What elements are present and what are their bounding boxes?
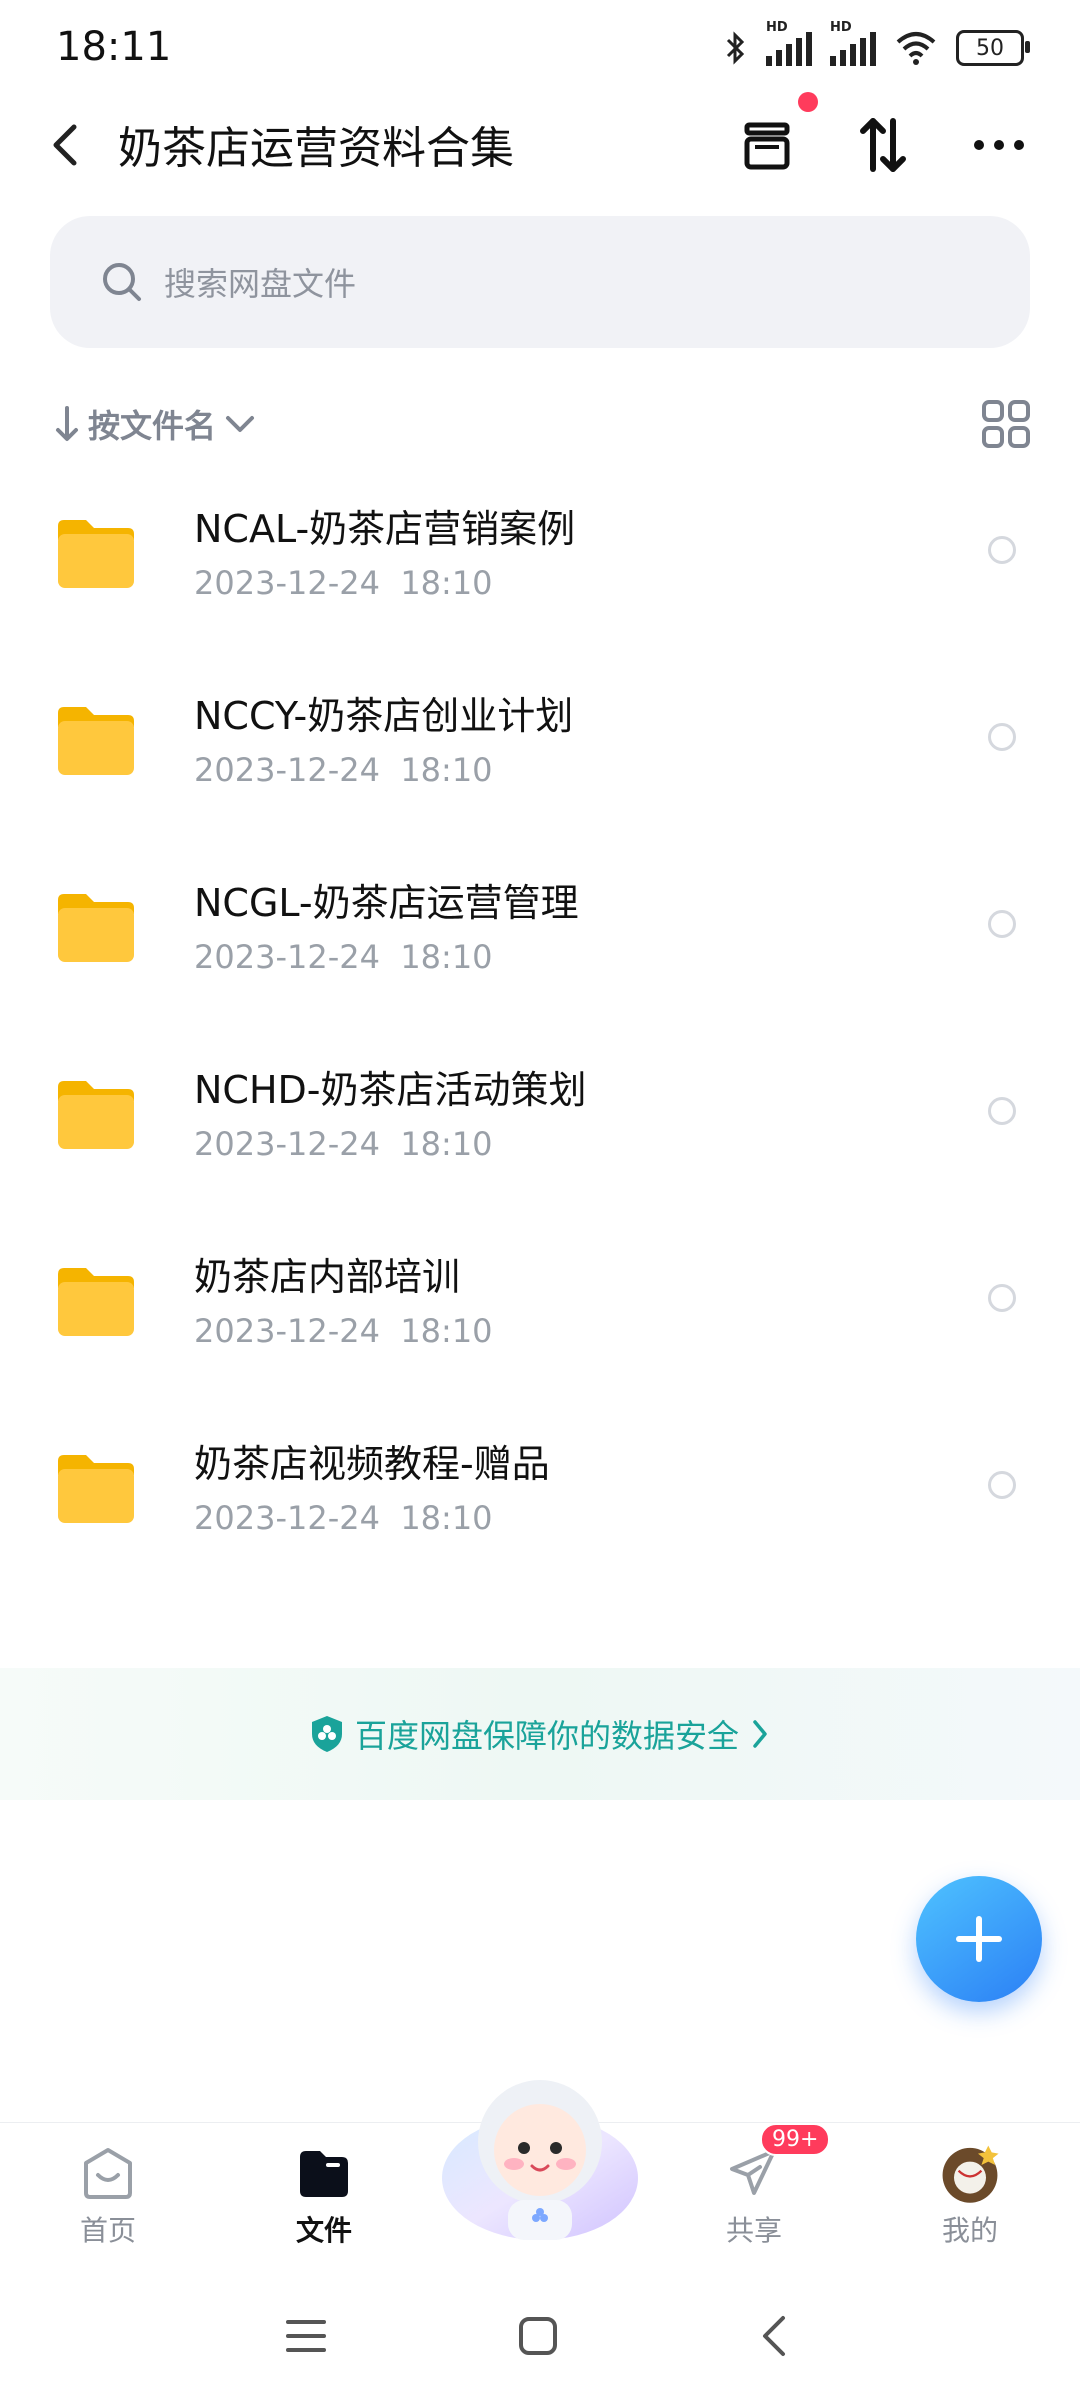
status-bar: 18:11 HD HD 50: [0, 0, 1080, 96]
file-modified: 2023-12-24 18:10: [194, 751, 493, 789]
page-title: 奶茶店运营资料合集: [118, 123, 514, 174]
file-time: 18:10: [400, 1125, 493, 1163]
nav-me-label: 我的: [941, 2214, 998, 2247]
system-nav-bar: [0, 2272, 1080, 2400]
folder-filled-icon: [300, 2151, 348, 2197]
file-list: NCAL-奶茶店营销案例 2023-12-24 18:10 NCCY-奶茶店创业…: [0, 470, 1080, 1592]
mascot-button[interactable]: [440, 2060, 640, 2250]
file-modified: 2023-12-24 18:10: [194, 1125, 493, 1163]
file-modified: 2023-12-24 18:10: [194, 938, 493, 976]
folder-icon: [58, 894, 134, 962]
file-name: NCHD-奶茶店活动策划: [194, 1068, 587, 1112]
security-banner-text: 百度网盘保障你的数据安全: [354, 1717, 739, 1755]
avatar: [942, 2145, 999, 2203]
nav-share-label: 共享: [725, 2214, 782, 2247]
file-date: 2023-12-24: [194, 564, 380, 602]
mascot-icon: [442, 2080, 638, 2240]
file-date: 2023-12-24: [194, 938, 380, 976]
battery-icon: 50: [956, 30, 1030, 66]
select-radio[interactable]: [988, 1471, 1016, 1499]
signal-icon: HD: [766, 20, 812, 66]
file-modified: 2023-12-24 18:10: [194, 564, 493, 602]
file-name: NCAL-奶茶店营销案例: [194, 507, 576, 551]
menu-icon: [286, 2320, 326, 2352]
file-modified: 2023-12-24 18:10: [194, 1312, 493, 1350]
list-item[interactable]: 奶茶店视频教程-赠品 2023-12-24 18:10: [0, 1405, 1080, 1592]
network-label: HD: [766, 20, 788, 35]
status-icons: HD HD 50: [724, 20, 1030, 72]
security-banner[interactable]: 百度网盘保障你的数据安全: [0, 1668, 1080, 1800]
file-modified: 2023-12-24 18:10: [194, 1499, 493, 1537]
folder-icon: [58, 707, 134, 775]
sort-down-icon: [56, 406, 78, 441]
nav-share[interactable]: 99+ 共享: [664, 2123, 844, 2273]
file-date: 2023-12-24: [194, 751, 380, 789]
select-radio[interactable]: [988, 1097, 1016, 1125]
nav-me[interactable]: 我的: [880, 2123, 1060, 2273]
select-radio[interactable]: [988, 536, 1016, 564]
file-time: 18:10: [400, 1499, 493, 1537]
folder-icon: [58, 1455, 134, 1523]
search-placeholder: 搜索网盘文件: [164, 265, 357, 303]
folder-icon: [58, 1081, 134, 1149]
file-time: 18:10: [400, 751, 493, 789]
more-button[interactable]: [964, 110, 1034, 180]
shield-icon: [311, 1716, 342, 1752]
transfer-button[interactable]: [848, 110, 918, 180]
nav-home-label: 首页: [79, 2214, 136, 2247]
nav-home[interactable]: 首页: [18, 2123, 198, 2273]
notification-dot: [798, 92, 818, 112]
file-time: 18:10: [400, 564, 493, 602]
search-icon: [103, 263, 141, 301]
file-date: 2023-12-24: [194, 1125, 380, 1163]
grid-view-icon: [982, 400, 1030, 448]
chevron-down-icon: [226, 416, 255, 432]
wifi-icon: [896, 32, 936, 65]
home-icon: [84, 2148, 132, 2199]
chevron-left-icon: [53, 124, 77, 166]
system-back-button[interactable]: [744, 2306, 804, 2366]
folder-icon: [58, 1268, 134, 1336]
select-radio[interactable]: [988, 910, 1016, 938]
list-item[interactable]: NCAL-奶茶店营销案例 2023-12-24 18:10: [0, 470, 1080, 657]
nav-files-label: 文件: [295, 2214, 352, 2247]
transfer-icon: [860, 118, 906, 172]
file-name: 奶茶店视频教程-赠品: [194, 1442, 550, 1486]
folder-icon: [58, 520, 134, 588]
system-home-button[interactable]: [508, 2306, 568, 2366]
back-arrow-icon: [763, 2316, 785, 2356]
chevron-right-icon: [753, 1720, 767, 1748]
bluetooth-icon: [726, 31, 745, 65]
back-button[interactable]: [40, 110, 90, 180]
file-time: 18:10: [400, 938, 493, 976]
nav-files[interactable]: 文件: [234, 2123, 414, 2273]
archive-icon: [744, 122, 790, 170]
network-label-2: HD: [830, 20, 852, 35]
file-date: 2023-12-24: [194, 1312, 380, 1350]
list-item[interactable]: NCHD-奶茶店活动策划 2023-12-24 18:10: [0, 1031, 1080, 1218]
search-input[interactable]: 搜索网盘文件: [50, 216, 1030, 348]
status-time: 18:11: [56, 24, 172, 70]
file-name: 奶茶店内部培训: [194, 1255, 461, 1299]
plus-icon: [956, 1916, 1002, 1962]
more-icon: [974, 140, 1024, 150]
signal-icon-2: HD: [830, 20, 876, 66]
select-radio[interactable]: [988, 723, 1016, 751]
grid-view-button[interactable]: [980, 398, 1032, 450]
sort-dropdown[interactable]: 按文件名: [54, 396, 256, 452]
add-button[interactable]: [916, 1876, 1042, 2002]
square-icon: [519, 2317, 557, 2355]
list-item[interactable]: NCGL-奶茶店运营管理 2023-12-24 18:10: [0, 844, 1080, 1031]
select-radio[interactable]: [988, 1284, 1016, 1312]
archive-button[interactable]: [732, 110, 802, 180]
file-time: 18:10: [400, 1312, 493, 1350]
sort-label: 按文件名: [88, 407, 217, 445]
file-date: 2023-12-24: [194, 1499, 380, 1537]
list-item[interactable]: 奶茶店内部培训 2023-12-24 18:10: [0, 1218, 1080, 1405]
system-menu-button[interactable]: [276, 2306, 336, 2366]
share-badge: 99+: [760, 2123, 831, 2156]
list-item[interactable]: NCCY-奶茶店创业计划 2023-12-24 18:10: [0, 657, 1080, 844]
file-name: NCCY-奶茶店创业计划: [194, 694, 574, 738]
file-name: NCGL-奶茶店运营管理: [194, 881, 579, 925]
